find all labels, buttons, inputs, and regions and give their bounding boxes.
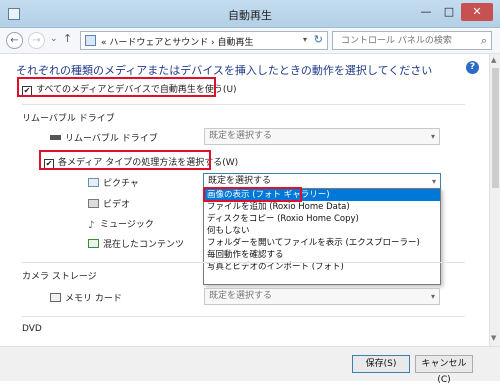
recent-locations-icon[interactable]: ⌄ — [50, 34, 58, 44]
picture-icon — [88, 178, 99, 187]
dropdown-option[interactable]: フォルダーを開いてファイルを表示 (エクスプローラー) — [204, 237, 440, 249]
scrollbar-thumb[interactable] — [492, 68, 499, 188]
button-bar: 保存(S) キャンセル(C) — [0, 346, 500, 385]
chevron-down-icon: ▾ — [430, 132, 435, 141]
removable-drive-label: リムーバブル ドライブ — [50, 131, 158, 144]
breadcrumb[interactable]: « ハードウェアとサウンド › 自動再生 — [101, 35, 254, 48]
divider — [22, 104, 465, 105]
media-row-video: ビデオ — [88, 197, 130, 210]
maximize-button[interactable]: □ — [438, 3, 460, 21]
scroll-up-icon[interactable]: ▲ — [491, 56, 496, 64]
chevron-down-icon: ▾ — [430, 292, 435, 301]
media-row-pictures: ピクチャ — [88, 176, 139, 189]
section-camera-storage: カメラ ストレージ — [22, 272, 97, 282]
mixed-content-icon — [88, 239, 99, 248]
up-arrow-icon[interactable]: ↑ — [63, 32, 72, 45]
memory-card-icon — [50, 293, 61, 302]
content-area: それぞれの種類のメディアまたはデバイスを挿入したときの動作を選択してください ?… — [0, 54, 489, 346]
memory-card-combo[interactable]: 既定を選択する ▾ — [204, 288, 440, 305]
refresh-icon[interactable]: ↻ — [314, 33, 323, 46]
drive-icon — [50, 135, 61, 140]
memory-card-label: メモリ カード — [50, 291, 122, 304]
control-panel-icon — [85, 35, 96, 46]
video-icon — [88, 199, 99, 208]
divider — [22, 262, 465, 263]
highlight-box — [17, 77, 216, 97]
search-input[interactable] — [339, 33, 469, 49]
media-row-mixed: 混在したコンテンツ — [88, 237, 184, 250]
save-button[interactable]: 保存(S) — [352, 355, 410, 373]
chevron-down-icon: ▾ — [431, 177, 436, 186]
scroll-down-icon[interactable]: ▼ — [491, 334, 496, 342]
music-note-icon: ♪ — [88, 220, 95, 231]
search-icon[interactable]: ⌕ — [481, 34, 487, 48]
forward-arrow-icon[interactable]: → — [28, 32, 45, 49]
highlight-box — [39, 150, 211, 170]
media-row-music: ♪ ミュージック — [88, 220, 154, 231]
section-dvd: DVD — [22, 324, 42, 334]
highlight-box — [203, 187, 302, 202]
close-button[interactable]: ✕ — [461, 3, 493, 21]
divider — [22, 316, 465, 317]
removable-drive-combo[interactable]: 既定を選択する ▾ — [204, 128, 440, 145]
dropdown-option[interactable]: 何もしない — [204, 225, 440, 237]
address-dropdown-icon[interactable]: ▾ — [303, 35, 307, 44]
section-removable: リムーバブル ドライブ — [22, 114, 115, 124]
vertical-scrollbar[interactable]: ▲ ▼ — [489, 54, 500, 346]
action-dropdown-list[interactable]: 画像の表示 (フォト ギャラリー) ファイルを追加 (Roxio Home Da… — [203, 188, 441, 285]
help-icon[interactable]: ? — [466, 61, 479, 74]
page-heading: それぞれの種類のメディアまたはデバイスを挿入したときの動作を選択してください — [16, 64, 433, 77]
title-bar: 自動再生 — □ ✕ — [0, 0, 500, 28]
dropdown-option[interactable]: ファイルを追加 (Roxio Home Data) — [204, 201, 440, 213]
dropdown-option[interactable]: 毎回動作を確認する — [204, 249, 440, 261]
cancel-button[interactable]: キャンセル(C) — [415, 355, 473, 385]
navigation-bar: ← → ⌄ ↑ « ハードウェアとサウンド › 自動再生 ▾ ↻ ⌕ — [0, 28, 500, 54]
back-arrow-icon[interactable]: ← — [6, 32, 23, 49]
dropdown-option[interactable]: ディスクをコピー (Roxio Home Copy) — [204, 213, 440, 225]
minimize-button[interactable]: — — [415, 3, 437, 21]
search-box[interactable]: ⌕ — [332, 31, 492, 50]
address-bar[interactable]: « ハードウェアとサウンド › 自動再生 ▾ ↻ — [80, 31, 328, 50]
